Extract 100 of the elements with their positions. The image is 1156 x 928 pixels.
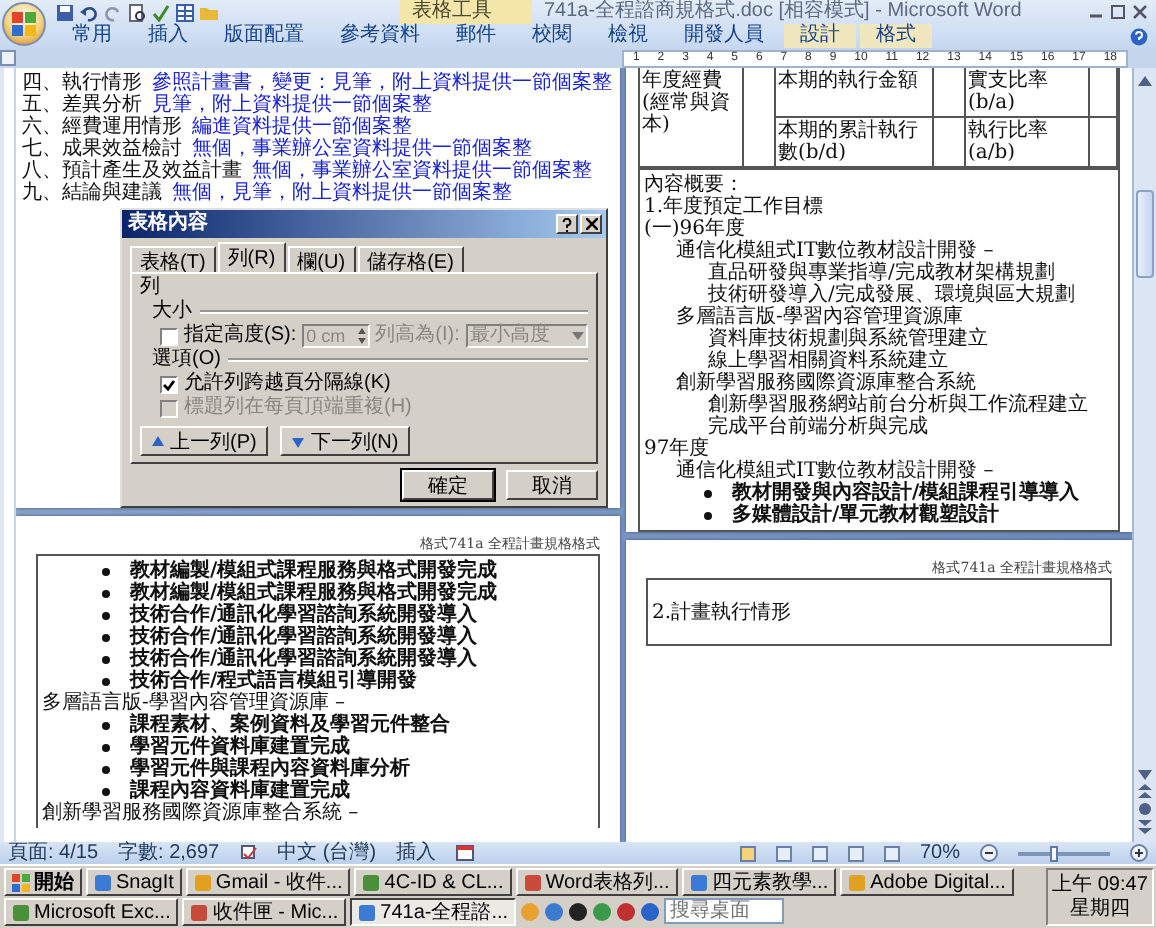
checkbox[interactable] — [160, 375, 178, 393]
document-text: 技術合作/通訊化學習諮詢系統開發導入 — [130, 604, 478, 626]
save-icon[interactable] — [56, 3, 74, 21]
table-cell: 本期的累計執行數(b/d) — [776, 118, 934, 168]
dialog-tab[interactable]: 儲存格(E) — [357, 246, 464, 272]
language-status[interactable]: 中文 (台灣) — [277, 842, 377, 864]
table-cell: 本期的執行金額 — [776, 68, 934, 118]
item-text: 編進資料提供一節個案整 — [192, 116, 412, 138]
zoom-level[interactable]: 70% — [919, 842, 960, 864]
document-text: 課程內容資料庫建置完成 — [130, 780, 350, 802]
document-text: 課程素材、案例資料及學習元件整合 — [130, 714, 450, 736]
word-count[interactable]: 字數: 2,697 — [118, 842, 220, 864]
document-text: 技術合作/通訊化學習諮詢系統開發導入 — [130, 626, 478, 648]
clock-day[interactable]: 星期四 — [1070, 897, 1130, 921]
document-text: 通信化模組式IT數位教材設計開發 – — [676, 240, 994, 262]
next-page-icon[interactable] — [1138, 820, 1152, 834]
ok-button[interactable]: 確定 — [402, 470, 494, 500]
ribbon-tab[interactable]: 開發人員 — [668, 24, 780, 48]
proofing-icon[interactable] — [239, 844, 258, 862]
document-text: 創新學習服務國際資源庫整合系統 – — [42, 802, 359, 824]
taskbar-button[interactable]: Word表格列... — [515, 868, 678, 896]
bullet-icon — [102, 611, 110, 619]
start-button[interactable]: 開始 — [4, 868, 82, 896]
cancel-button[interactable]: 取消 — [506, 470, 598, 500]
scrollbar[interactable] — [1132, 68, 1156, 842]
maximize-icon[interactable] — [1110, 4, 1126, 20]
four-squares-icon — [12, 12, 36, 36]
spinner-icon[interactable] — [357, 328, 366, 344]
undo-icon[interactable] — [80, 3, 98, 21]
taskbar-button[interactable]: 4C-ID & CL... — [354, 868, 512, 896]
document-text: (一)96年度 — [644, 218, 746, 240]
bullet-icon — [102, 743, 110, 751]
quick-launch-icon[interactable] — [568, 902, 589, 922]
scrollbar-thumb[interactable] — [1136, 190, 1154, 278]
scroll-up-icon[interactable] — [1138, 76, 1152, 86]
taskbar-button[interactable]: SnagIt — [86, 868, 182, 896]
bullet-icon — [102, 567, 110, 575]
section-label: 列 — [140, 276, 162, 299]
zoom-out-icon[interactable] — [980, 844, 998, 862]
dialog-title: 表格內容 — [128, 212, 210, 236]
taskbar-button[interactable]: 741a-全程諮... — [350, 898, 517, 926]
previous-page-icon[interactable] — [1138, 784, 1152, 798]
item-text: 參照計畫書，變更：見筆，附上資料提供一節個案整 — [152, 72, 612, 94]
zoom-in-icon[interactable] — [1130, 844, 1148, 862]
ribbon-tab[interactable]: 參考資料 — [324, 24, 436, 48]
ribbon-tab[interactable]: 版面配置 — [208, 24, 320, 48]
dialog-tab[interactable]: 表格(T) — [130, 246, 216, 272]
ribbon-tab[interactable]: 校閱 — [516, 24, 588, 48]
group-label: 大小 — [152, 300, 192, 323]
down-arrow-icon — [292, 435, 305, 447]
group-label: 選項(O) — [152, 348, 221, 371]
ruler-toggle[interactable] — [0, 50, 16, 66]
document-text: 教材編製/模組式課程服務與格式開發完成 — [130, 560, 498, 582]
bullet-icon — [704, 489, 712, 497]
help-icon[interactable] — [1130, 27, 1148, 45]
taskbar-button[interactable]: 收件匣 - Mic... — [182, 898, 347, 926]
taskbar-button[interactable]: 四元素教學... — [681, 868, 837, 896]
dropdown-arrow-icon[interactable] — [572, 332, 584, 340]
zoom-slider-thumb[interactable] — [1050, 845, 1059, 861]
office-button[interactable] — [2, 2, 46, 46]
ribbon-tab[interactable]: 插入 — [132, 24, 204, 48]
insert-mode[interactable]: 插入 — [396, 842, 437, 864]
ribbon-tab[interactable]: 常用 — [56, 24, 128, 48]
item-heading: 八、預計產生及效益計畫 — [22, 160, 242, 182]
page-count[interactable]: 頁面: 4/15 — [8, 842, 99, 864]
ribbon-tab[interactable]: 設計 — [784, 24, 856, 48]
document-text: 技術研發導入/完成發展、環境與區大規劃 — [708, 284, 1075, 306]
close-icon[interactable] — [1132, 4, 1148, 20]
checkbox-label: 標題列在每頁頂端重複(H) — [184, 396, 412, 420]
taskbar-button[interactable]: Microsoft Exc... — [4, 898, 179, 926]
dialog-tab[interactable]: 欄(U) — [287, 246, 356, 272]
document-text: 技術合作/通訊化學習諮詢系統開發導入 — [130, 648, 478, 670]
bullet-icon — [102, 721, 110, 729]
taskbar-button[interactable]: Adobe Digital... — [840, 868, 1014, 896]
app-icon — [848, 873, 867, 891]
close-button[interactable] — [580, 214, 602, 234]
item-text: 見筆，附上資料提供一節個案整 — [152, 94, 432, 116]
table-icon[interactable] — [176, 3, 194, 21]
print-preview-icon[interactable] — [128, 3, 146, 21]
item-heading: 四、執行情形 — [22, 72, 142, 94]
search-field[interactable]: 搜尋桌面 — [664, 898, 785, 924]
ribbon-tab[interactable]: 檢視 — [592, 24, 664, 48]
table-cell: 實支比率(b/a) — [966, 68, 1090, 118]
clock-time[interactable]: 上午 09:47 — [1052, 873, 1148, 897]
app-icon — [689, 873, 708, 891]
context-tab-title: 表格工具 — [400, 0, 532, 24]
next-row-button[interactable]: 下一列(N) — [280, 426, 411, 456]
ribbon-tab[interactable]: 郵件 — [440, 24, 512, 48]
scroll-down-icon[interactable] — [1138, 770, 1152, 780]
row-height-label: 列高為(I): — [375, 324, 460, 348]
document-text: 教材編製/模組式課程服務與格式開發完成 — [130, 582, 498, 604]
taskbar-button[interactable]: Gmail - 收件... — [185, 868, 351, 896]
table-cell: 年度經費 (經常與資本) — [640, 68, 744, 168]
previous-row-button[interactable]: 上一列(P) — [140, 426, 269, 456]
bullet-icon — [102, 589, 110, 597]
help-button[interactable] — [556, 214, 578, 234]
checkbox[interactable] — [160, 327, 178, 345]
ribbon-tab[interactable]: 格式 — [860, 24, 932, 48]
item-text: 無個，事業辦公室資料提供一節個案整 — [252, 160, 592, 182]
dialog-tab[interactable]: 列(R) — [217, 242, 286, 272]
